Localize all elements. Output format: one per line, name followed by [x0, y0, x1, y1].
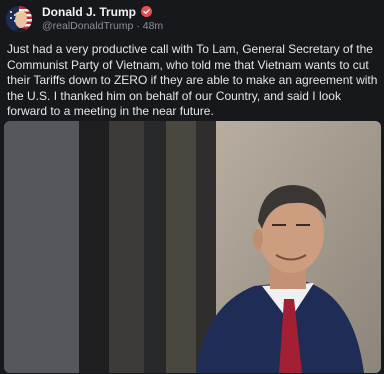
author-meta: @realDonaldTrump · 48m: [42, 19, 163, 33]
post-header: Donald J. Trump @realDonaldTrump · 48m: [6, 4, 163, 34]
post-body-text: Just had a very productive call with To …: [7, 42, 378, 118]
author-display-name[interactable]: Donald J. Trump: [42, 5, 136, 19]
post-media-image[interactable]: [4, 121, 381, 373]
author-handle[interactable]: @realDonaldTrump: [42, 20, 133, 32]
author-avatar[interactable]: [6, 6, 32, 32]
photo-of-man-in-suit-icon: [4, 121, 381, 373]
post-timestamp[interactable]: 48m: [143, 20, 163, 32]
verified-badge-icon: [141, 6, 153, 18]
meta-separator: ·: [136, 20, 140, 33]
post-card: Donald J. Trump @realDonaldTrump · 48m J…: [0, 0, 384, 374]
